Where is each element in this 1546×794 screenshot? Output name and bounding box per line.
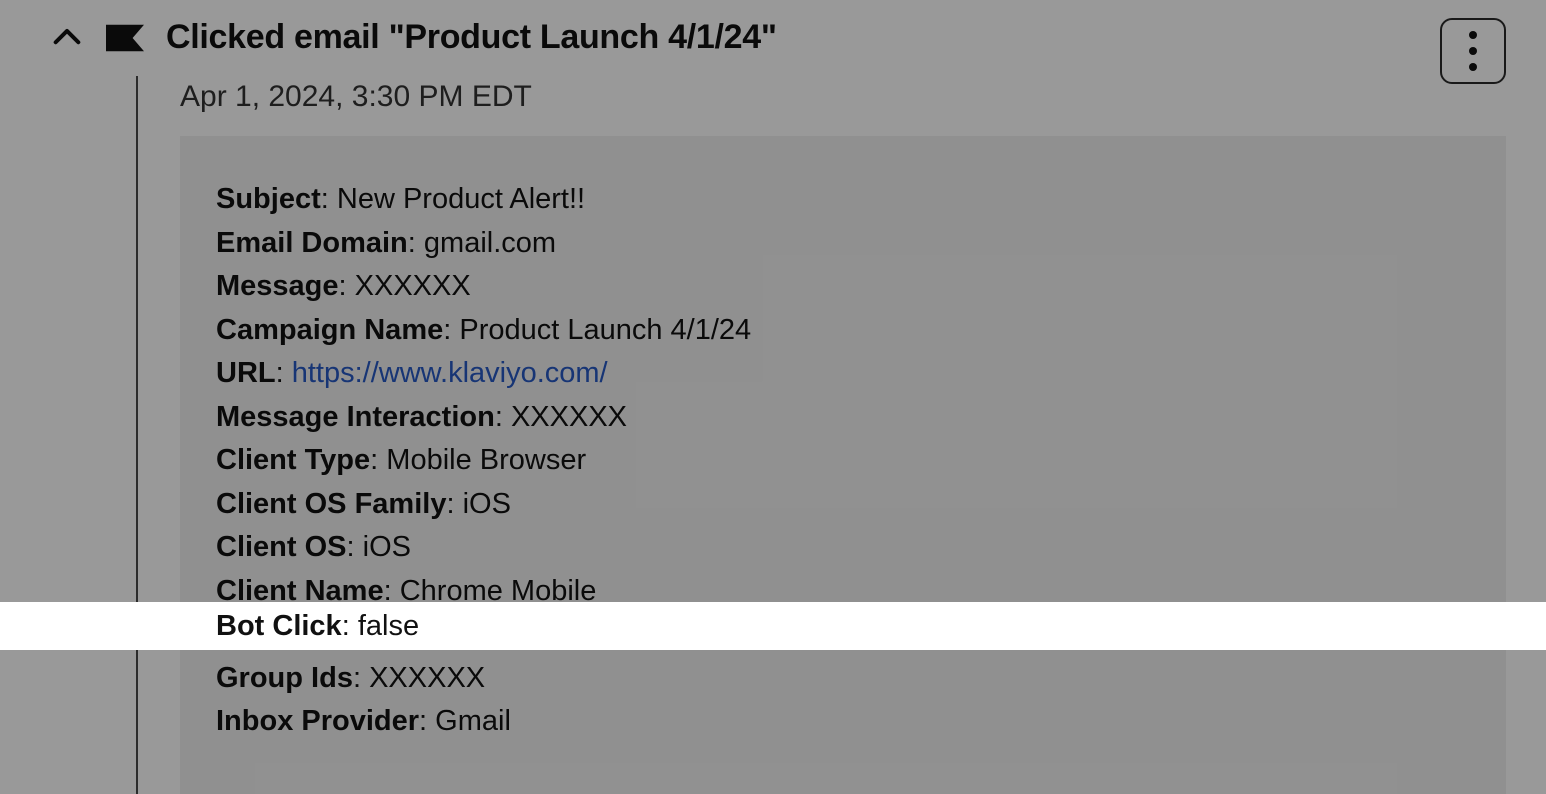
detail-value: XXXXXX bbox=[369, 662, 485, 694]
event-details-card: Subject: New Product Alert!!Email Domain… bbox=[180, 136, 1506, 794]
detail-row: Message Interaction: XXXXXX bbox=[216, 396, 1470, 440]
highlight-band: Bot Click: false bbox=[0, 602, 1546, 650]
detail-value: XXXXXX bbox=[355, 270, 471, 302]
detail-link[interactable]: https://www.klaviyo.com/ bbox=[292, 357, 608, 389]
highlight-row: Bot Click: false bbox=[0, 610, 419, 643]
highlight-label: Bot Click bbox=[216, 610, 342, 642]
highlight-value: false bbox=[358, 610, 419, 642]
detail-value: New Product Alert!! bbox=[337, 183, 585, 215]
detail-row: Client OS Family: iOS bbox=[216, 483, 1470, 527]
event-timestamp: Apr 1, 2024, 3:30 PM EDT bbox=[180, 80, 532, 114]
detail-row: Client Type: Mobile Browser bbox=[216, 439, 1470, 483]
collapse-chevron-icon[interactable] bbox=[50, 21, 84, 55]
kebab-icon bbox=[1469, 31, 1477, 71]
detail-row: Group Ids: XXXXXX bbox=[216, 657, 1470, 701]
more-actions-button[interactable] bbox=[1440, 18, 1506, 84]
detail-row: Message: XXXXXX bbox=[216, 265, 1470, 309]
detail-label: Client OS bbox=[216, 531, 347, 563]
detail-label: Subject bbox=[216, 183, 321, 215]
detail-value: Product Launch 4/1/24 bbox=[459, 314, 751, 346]
detail-value: XXXXXX bbox=[511, 401, 627, 433]
detail-value: Gmail bbox=[435, 705, 511, 737]
detail-row: URL: https://www.klaviyo.com/ bbox=[216, 352, 1470, 396]
detail-label: Email Domain bbox=[216, 227, 408, 259]
timeline-rule bbox=[136, 76, 138, 794]
detail-label: Inbox Provider bbox=[216, 705, 419, 737]
detail-label: URL bbox=[216, 357, 276, 389]
detail-label: Group Ids bbox=[216, 662, 353, 694]
event-header: Clicked email "Product Launch 4/1/24" bbox=[0, 18, 1546, 57]
detail-value: iOS bbox=[363, 531, 411, 563]
detail-label: Client OS Family bbox=[216, 488, 446, 520]
detail-row: Client OS: iOS bbox=[216, 526, 1470, 570]
event-title: Clicked email "Product Launch 4/1/24" bbox=[166, 18, 777, 57]
detail-row: Subject: New Product Alert!! bbox=[216, 178, 1470, 222]
detail-row: Campaign Name: Product Launch 4/1/24 bbox=[216, 309, 1470, 353]
detail-label: Message bbox=[216, 270, 339, 302]
detail-label: Message Interaction bbox=[216, 401, 495, 433]
detail-row: Inbox Provider: Gmail bbox=[216, 700, 1470, 744]
flag-icon bbox=[106, 24, 144, 52]
detail-row: Email Domain: gmail.com bbox=[216, 222, 1470, 266]
event-detail-page: Clicked email "Product Launch 4/1/24" Ap… bbox=[0, 0, 1546, 794]
detail-value: iOS bbox=[463, 488, 511, 520]
detail-label: Campaign Name bbox=[216, 314, 443, 346]
detail-label: Client Type bbox=[216, 444, 370, 476]
detail-value: Mobile Browser bbox=[386, 444, 586, 476]
detail-value: gmail.com bbox=[424, 227, 556, 259]
